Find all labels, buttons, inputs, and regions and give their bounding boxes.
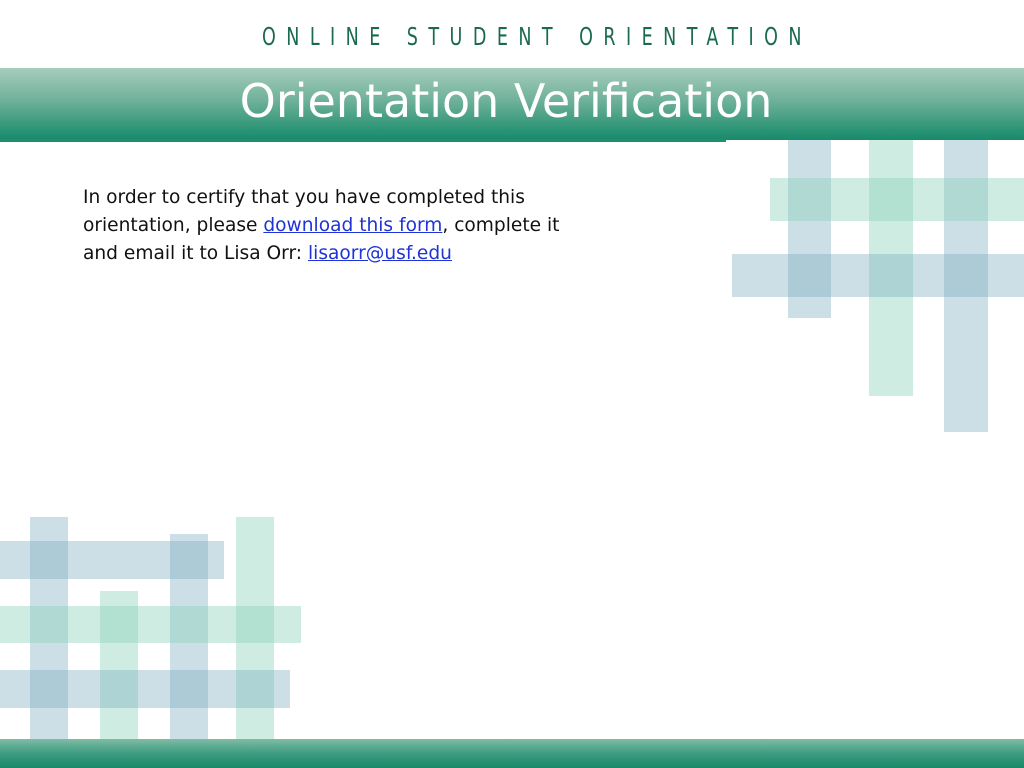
decor-stripe (732, 254, 1024, 297)
page-title: Orientation Verification (239, 74, 773, 128)
footer-bar (0, 739, 1024, 768)
download-form-link[interactable]: download this form (263, 215, 442, 236)
email-link[interactable]: lisaorr@usf.edu (308, 243, 452, 264)
decor-stripe (0, 541, 224, 579)
instructions-text: In order to certify that you have comple… (83, 184, 583, 268)
decor-stripe (0, 606, 301, 643)
header-banner: ONLINE STUDENT ORIENTATION (0, 0, 1024, 68)
title-underline (0, 139, 726, 142)
decor-stripe (770, 178, 1024, 221)
decor-stripe (0, 670, 290, 708)
banner-text: ONLINE STUDENT ORIENTATION (262, 22, 812, 51)
